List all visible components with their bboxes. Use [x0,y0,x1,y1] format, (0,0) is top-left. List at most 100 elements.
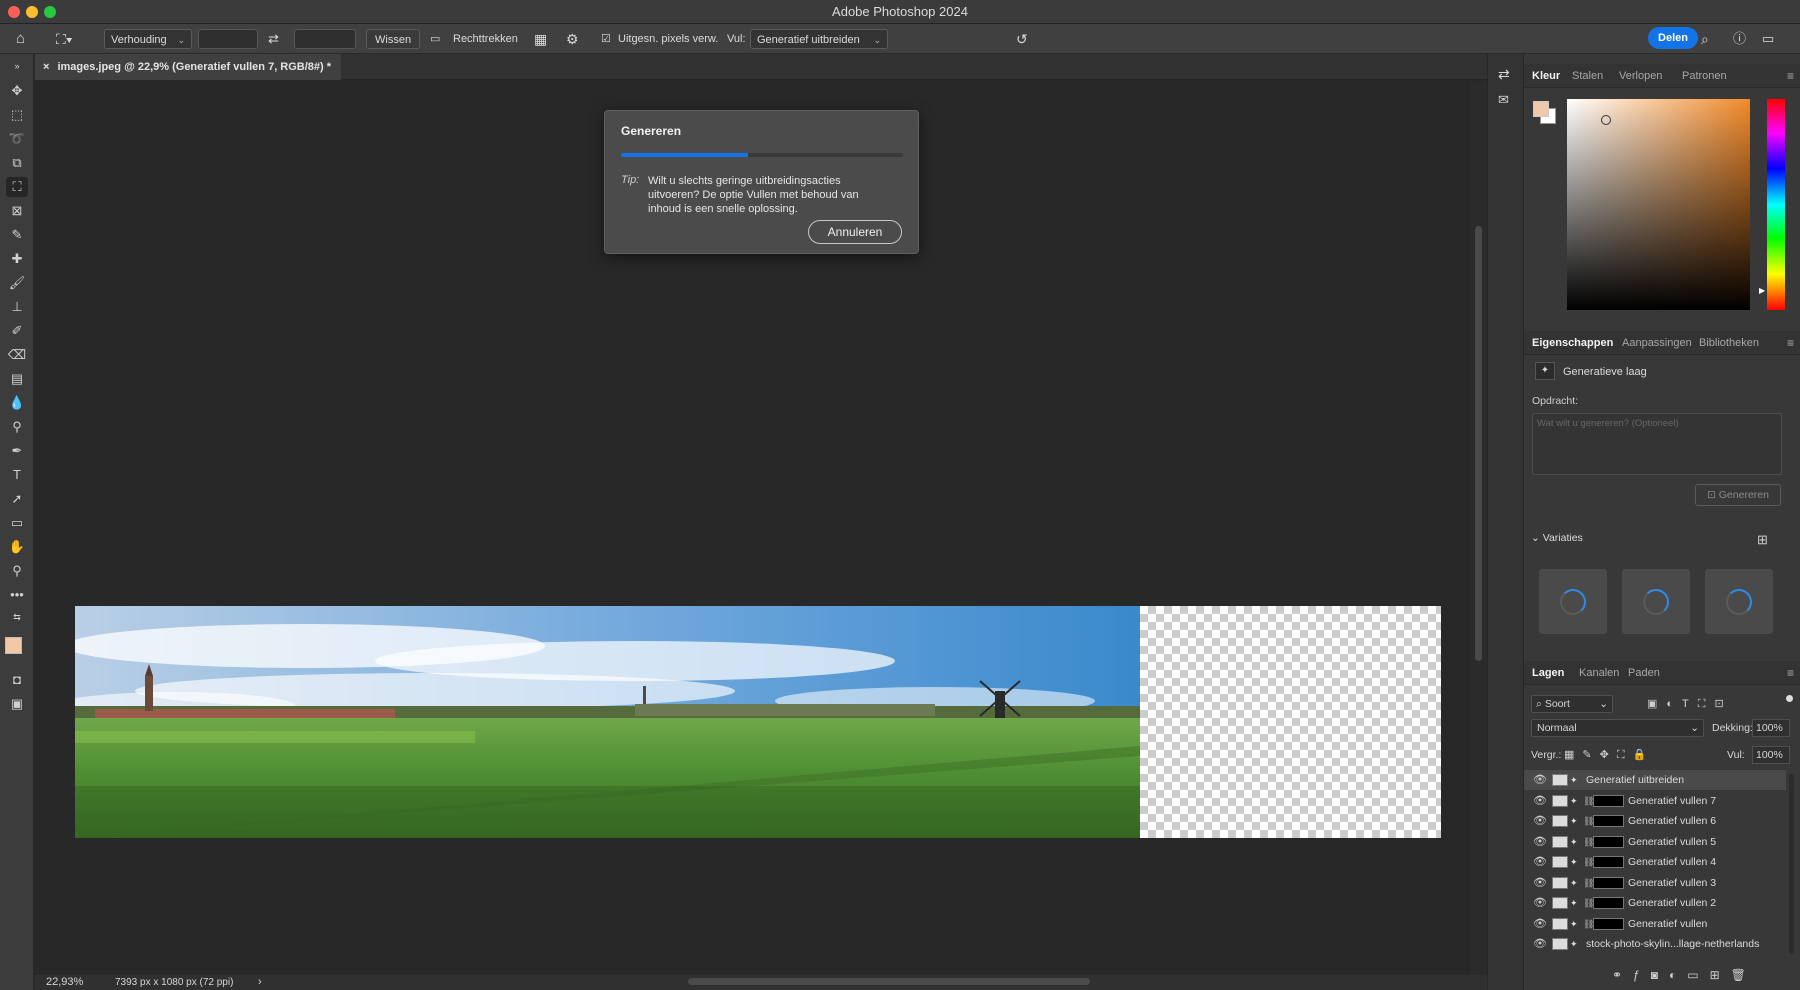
layer-mask-thumbnail[interactable] [1593,835,1624,848]
visibility-eye-icon[interactable]: 👁 [1533,811,1547,831]
grid-overlay-icon[interactable]: ▦ [534,29,547,49]
visibility-eye-icon[interactable]: 👁 [1533,934,1547,954]
layer-mask-thumbnail[interactable] [1593,794,1624,807]
tab-swatches[interactable]: Stalen [1572,64,1603,88]
vertical-scrollbar[interactable] [1471,81,1487,975]
pen-tool-icon[interactable]: ✒ [6,441,28,461]
generate-button[interactable]: ⊡ Genereren [1695,484,1781,506]
status-chevron-icon[interactable]: › [258,975,262,990]
close-window-button[interactable] [8,6,20,18]
swap-colors-icon[interactable]: ⇆ [6,607,28,627]
zoom-window-button[interactable] [44,6,56,18]
vertical-scroll-thumb[interactable] [1475,226,1482,661]
blend-mode-select[interactable]: Normaal ⌄ [1531,719,1704,737]
visibility-eye-icon[interactable]: 👁 [1533,852,1547,872]
layer-mask-thumbnail[interactable] [1593,897,1624,909]
tab-libraries[interactable]: Bibliotheken [1699,331,1759,355]
hand-tool-icon[interactable]: ✋ [6,537,28,557]
workspace-icon[interactable]: ▭ [1762,29,1774,49]
fill-input[interactable]: 100% [1752,746,1790,764]
color-picker-cursor[interactable] [1601,115,1611,125]
crop-tool-preset-icon[interactable]: ⛶▾ [56,29,73,49]
layer-mask-thumbnail[interactable] [1593,815,1624,827]
lock-icons[interactable]: ▦✎✥⛶🔒 [1564,748,1654,762]
help-icon[interactable]: ⓘ [1733,29,1746,49]
expand-toolbar-icon[interactable]: » [6,56,28,76]
ratio-select[interactable]: Verhouding ⌄ [104,29,192,49]
foreground-swatch[interactable] [1533,101,1549,117]
tab-adjustments[interactable]: Aanpassingen [1622,331,1692,355]
hue-slider[interactable] [1767,99,1785,310]
layer-mask-thumbnail[interactable] [1593,917,1624,930]
tab-gradients[interactable]: Verlopen [1619,64,1662,88]
layer-filter-icons[interactable]: ▣◐T⛶⊡ [1647,697,1733,711]
share-button[interactable]: Delen [1648,27,1698,49]
frame-tool-icon[interactable]: ⊠ [6,201,28,221]
layer-row[interactable]: 👁 ✦ ⛓ Generatief vullen 6 [1524,811,1786,831]
delete-cropped-checkbox[interactable]: ☑ [601,29,611,49]
comments-icon[interactable]: ✉ [1498,92,1509,108]
history-icon[interactable]: ⇄ [1498,66,1510,83]
document-tab[interactable]: × images.jpeg @ 22,9% (Generatief vullen … [35,54,342,80]
layer-row[interactable]: 👁 ✦ ⛓ Generatief vullen 2 [1524,893,1786,913]
fill-select[interactable]: Generatief uitbreiden ⌄ [750,29,888,49]
variation-thumbnail[interactable] [1539,569,1607,634]
layer-row[interactable]: 👁 ✦ ⛓ Generatief vullen 3 [1524,873,1786,893]
clear-button[interactable]: Wissen [366,29,421,49]
tab-layers[interactable]: Lagen [1532,661,1564,685]
eyedropper-tool-icon[interactable]: ✎ [6,225,28,245]
straighten-icon[interactable]: ▭ [430,29,440,49]
eraser-tool-icon[interactable]: ⌫ [6,345,28,365]
history-brush-tool-icon[interactable]: ✐ [6,321,28,341]
tab-color[interactable]: Kleur [1532,64,1560,88]
layer-mask-thumbnail[interactable] [1593,876,1624,889]
height-input[interactable] [294,29,356,49]
layer-row[interactable]: 👁 ✦ ⛓ Generatief vullen 7 [1524,791,1786,811]
layer-filter-select[interactable]: ⌕ Soort ⌄ [1531,695,1613,713]
foreground-color-swatch[interactable] [5,637,22,654]
swap-icon[interactable]: ⇄ [268,29,279,49]
type-tool-icon[interactable]: T [6,465,28,485]
prompt-input[interactable]: Wat wilt u genereren? (Optioneel) [1532,413,1782,475]
path-selection-tool-icon[interactable]: ➚ [6,489,28,509]
layer-row[interactable]: 👁 ✦ ⛓ Generatief vullen 4 [1524,852,1786,872]
color-picker-field[interactable] [1567,99,1750,310]
more-tools-icon[interactable]: ••• [6,585,28,605]
properties-panel-menu-icon[interactable]: ≡ [1787,331,1794,355]
move-tool-icon[interactable]: ✥ [6,81,28,101]
quick-mask-icon[interactable]: ◘ [6,670,28,690]
visibility-eye-icon[interactable]: 👁 [1533,873,1547,893]
straighten-button[interactable]: Rechttrekken [453,29,518,49]
lasso-tool-icon[interactable]: ➰ [6,129,28,149]
screen-mode-icon[interactable]: ▣ [6,694,28,714]
visibility-eye-icon[interactable]: 👁 [1533,832,1547,852]
dodge-tool-icon[interactable]: ⚲ [6,417,28,437]
visibility-eye-icon[interactable]: 👁 [1533,770,1547,790]
stamp-tool-icon[interactable]: ⊥ [6,297,28,317]
blur-tool-icon[interactable]: 💧 [6,393,28,413]
cancel-button[interactable]: Annuleren [808,220,902,244]
layer-mask-thumbnail[interactable] [1593,856,1624,868]
layers-scrollbar[interactable] [1789,774,1794,954]
brush-tool-icon[interactable]: 🖌 [6,273,28,293]
object-selection-tool-icon[interactable]: ⧉ [6,153,28,173]
reset-icon[interactable]: ↺ [1016,29,1028,49]
tab-patterns[interactable]: Patronen [1682,64,1727,88]
marquee-tool-icon[interactable]: ⬚ [6,105,28,125]
opacity-input[interactable]: 100% [1752,719,1790,737]
document-image[interactable] [75,606,1441,838]
tab-channels[interactable]: Kanalen [1579,661,1619,685]
variation-thumbnail[interactable] [1705,569,1773,634]
layer-actions[interactable]: ⚭ƒ◙◐▭⊞🗑 [1612,968,1757,982]
layer-row[interactable]: 👁 ✦ Generatief uitbreiden [1524,770,1786,790]
visibility-eye-icon[interactable]: 👁 [1533,791,1547,811]
layer-row[interactable]: 👁 ✦ ⛓ Generatief vullen 5 [1524,832,1786,852]
tab-paths[interactable]: Paden [1628,661,1660,685]
variation-thumbnail[interactable] [1622,569,1690,634]
zoom-level[interactable]: 22,93% [46,975,83,990]
layer-row[interactable]: 👁 ✦ stock-photo-skylin...llage-netherlands [1524,934,1786,954]
tab-properties[interactable]: Eigenschappen [1532,331,1613,355]
healing-brush-tool-icon[interactable]: ✚ [6,249,28,269]
horizontal-scroll-thumb[interactable] [688,978,1090,985]
layer-row[interactable]: 👁 ✦ ⛓ Generatief vullen [1524,914,1786,934]
